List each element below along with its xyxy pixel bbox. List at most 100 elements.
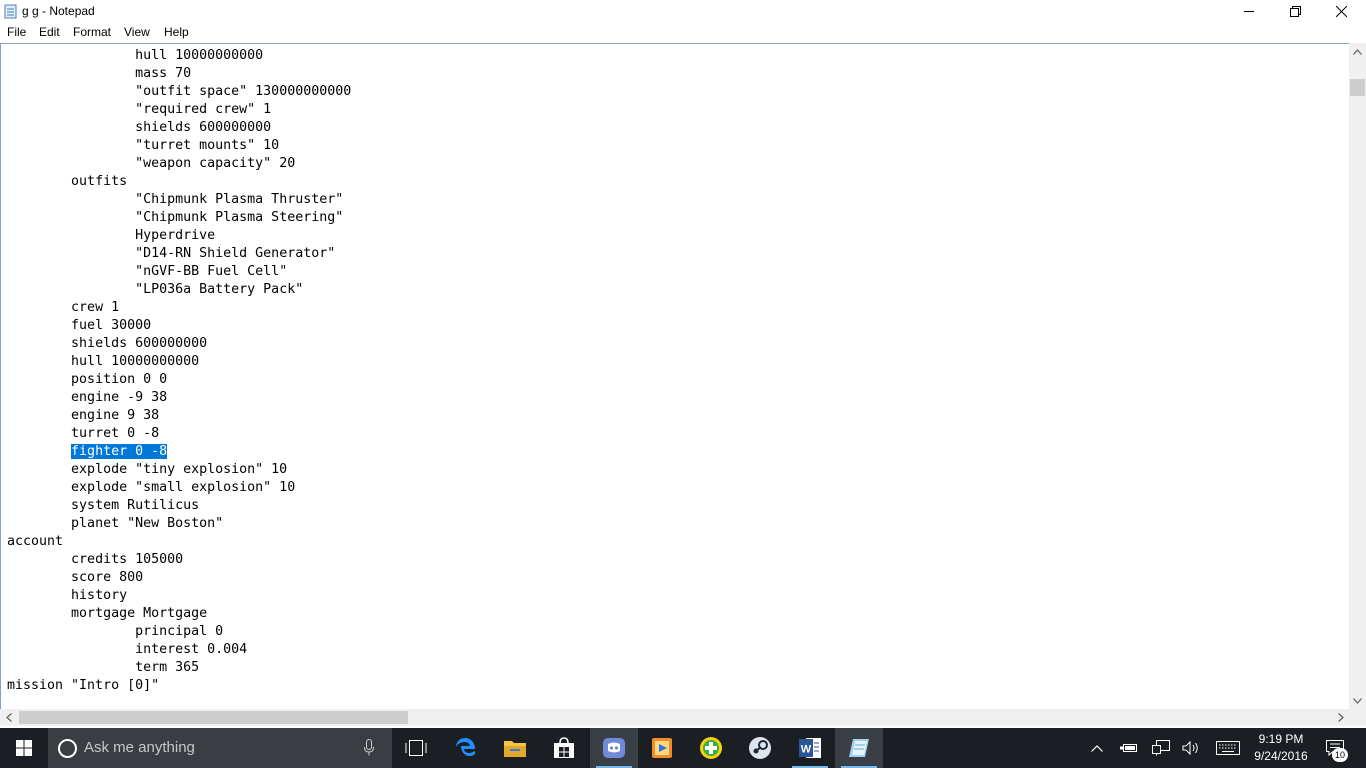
task-view-button[interactable] (392, 728, 440, 768)
steam-taskbar-button[interactable] (736, 728, 784, 768)
text-line: score 800 (7, 569, 351, 587)
file-explorer-taskbar-button[interactable] (491, 728, 539, 768)
text-line: hull 10000000000 (7, 47, 351, 65)
media-player-taskbar-button[interactable] (638, 728, 686, 768)
text-line: "Chipmunk Plasma Steering" (7, 209, 351, 227)
text-line: system Rutilicus (7, 497, 351, 515)
line-text: "required crew" 1 (135, 102, 272, 117)
line-text: outfits (71, 174, 128, 189)
line-text: turret 0 -8 (71, 426, 160, 441)
text-line: credits 105000 (7, 551, 351, 569)
network-tray-button[interactable] (1150, 728, 1172, 768)
line-text: "outfit space" 130000000000 (135, 84, 352, 99)
line-text: principal 0 (135, 624, 224, 639)
text-line: mission "Intro [0]" (7, 677, 351, 695)
text-editor[interactable]: hull 10000000000 mass 70 "outfit space" … (0, 43, 1349, 709)
plus-app-taskbar-button[interactable] (687, 728, 735, 768)
line-text: fuel 30000 (71, 318, 152, 333)
start-button[interactable] (0, 728, 48, 768)
restore-button[interactable] (1272, 0, 1318, 22)
vertical-scrollbar[interactable] (1349, 43, 1366, 709)
menu-file[interactable]: File (7, 25, 26, 40)
cortana-icon (58, 739, 77, 758)
text-line: crew 1 (7, 299, 351, 317)
horizontal-scroll-thumb[interactable] (19, 711, 408, 724)
chevron-left-icon (5, 713, 12, 722)
battery-tray-button[interactable] (1118, 728, 1140, 768)
line-text: crew 1 (71, 300, 120, 315)
windows-logo-icon (16, 740, 32, 756)
line-text: credits 105000 (71, 552, 184, 567)
discord-taskbar-button[interactable] (590, 728, 638, 768)
plus-icon (700, 737, 722, 759)
text-line: "outfit space" 130000000000 (7, 83, 351, 101)
title-bar[interactable]: g g - Notepad (0, 0, 1366, 22)
text-line: account (7, 533, 351, 551)
line-text: term 365 (135, 660, 200, 675)
search-placeholder: Ask me anything (84, 739, 195, 756)
scroll-down-button[interactable] (1349, 692, 1366, 709)
line-text: shields 600000000 (135, 120, 272, 135)
chevron-right-icon (1337, 713, 1344, 722)
notepad-taskbar-button[interactable] (835, 728, 883, 768)
window-title: g g - Notepad (22, 4, 95, 18)
word-icon: W (799, 738, 821, 758)
text-line: mass 70 (7, 65, 351, 83)
line-text: account (7, 534, 64, 549)
store-taskbar-button[interactable] (540, 728, 588, 768)
line-text: "Chipmunk Plasma Thruster" (135, 192, 344, 207)
search-box[interactable]: Ask me anything (48, 728, 392, 768)
scroll-up-button[interactable] (1349, 43, 1366, 60)
menu-view[interactable]: View (124, 25, 150, 40)
scroll-left-button[interactable] (0, 709, 17, 726)
menu-format[interactable]: Format (73, 25, 111, 40)
volume-tray-button[interactable] (1180, 728, 1202, 768)
menu-edit[interactable]: Edit (39, 25, 60, 40)
horizontal-scrollbar[interactable] (0, 709, 1349, 726)
clock-time[interactable]: 9:19 PM (1255, 732, 1307, 747)
text-line: "required crew" 1 (7, 101, 351, 119)
microphone-icon[interactable] (364, 739, 374, 756)
text-line: interest 0.004 (7, 641, 351, 659)
show-hidden-icons-button[interactable] (1086, 728, 1108, 768)
text-line: history (7, 587, 351, 605)
network-icon (1152, 740, 1170, 756)
text-line: turret 0 -8 (7, 425, 351, 443)
close-button[interactable] (1318, 0, 1364, 22)
line-text: planet "New Boston" (71, 516, 224, 531)
edge-taskbar-button[interactable] (442, 728, 490, 768)
chevron-up-icon (1091, 744, 1103, 752)
keyboard-tray-button[interactable] (1214, 728, 1242, 768)
clock-date[interactable]: 9/24/2016 (1251, 749, 1311, 764)
notepad-icon (4, 4, 17, 19)
text-line: "weapon capacity" 20 (7, 155, 351, 173)
svg-text:W: W (801, 744, 812, 756)
text-line: principal 0 (7, 623, 351, 641)
vertical-scroll-thumb[interactable] (1350, 79, 1365, 96)
scroll-right-button[interactable] (1332, 709, 1349, 726)
text-line: shields 600000000 (7, 119, 351, 137)
editor-content: hull 10000000000 mass 70 "outfit space" … (7, 47, 351, 695)
minimize-button[interactable] (1226, 0, 1272, 22)
text-line: position 0 0 (7, 371, 351, 389)
restore-icon (1289, 5, 1301, 17)
word-taskbar-button[interactable]: W (786, 728, 834, 768)
menu-help[interactable]: Help (164, 25, 189, 40)
battery-icon (1120, 744, 1137, 752)
